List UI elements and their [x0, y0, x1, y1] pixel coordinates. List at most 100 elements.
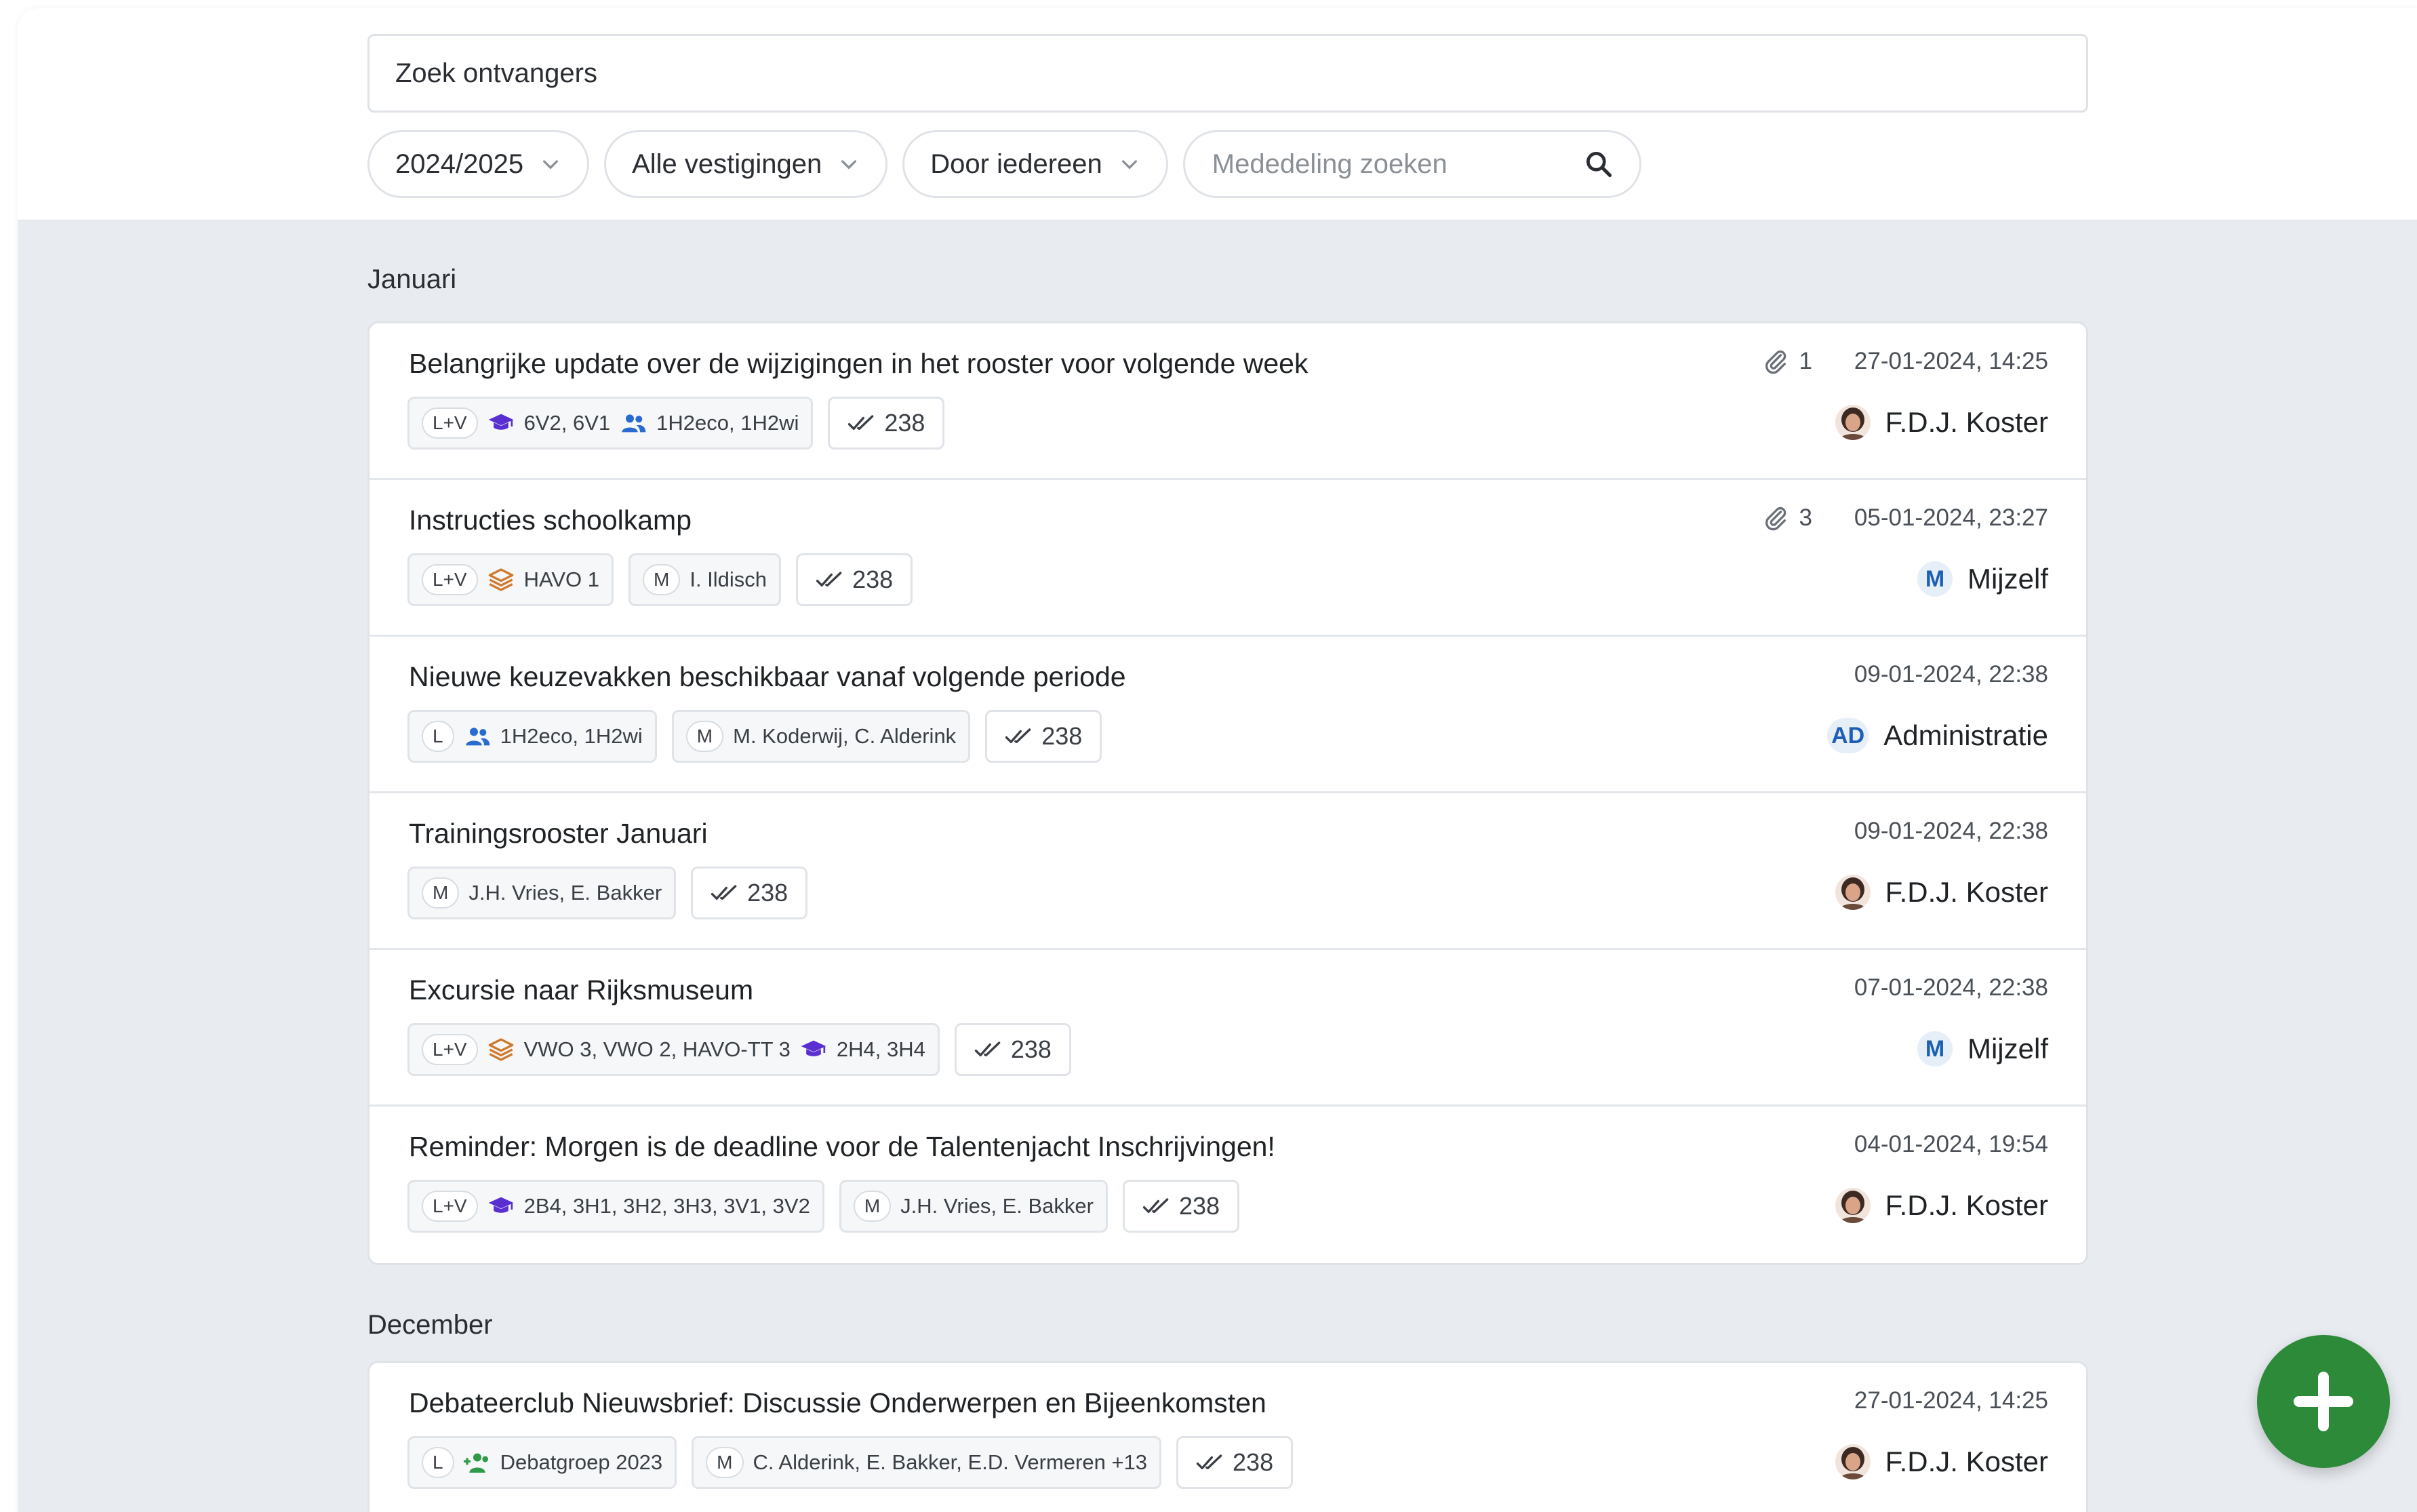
- author-name: Mijzelf: [1967, 563, 2048, 595]
- chevron-down-icon: [841, 160, 857, 169]
- announcement-meta: 09-01-2024, 22:38: [1854, 661, 2048, 688]
- author-select[interactable]: Door iedereen: [902, 130, 1168, 198]
- avatar: AD: [1827, 718, 1869, 753]
- location-select[interactable]: Alle vestigingen: [604, 130, 888, 198]
- avatar: M: [1917, 561, 1953, 597]
- recipient-tag[interactable]: L+V 6V2, 6V1 1H2eco, 1H2wi: [407, 397, 814, 450]
- tag-text: M. Koderwij, C. Alderink: [733, 724, 957, 748]
- announcement-author: F.D.J. Koster: [1835, 1444, 2048, 1479]
- announcement-row[interactable]: Instructies schoolkamp 3 05-01-2024, 23:…: [369, 480, 2086, 637]
- avatar: [1835, 405, 1871, 440]
- audience-code-badge: L: [422, 1447, 454, 1478]
- tag-text: C. Alderink, E. Bakker, E.D. Vermeren +1…: [753, 1450, 1148, 1474]
- user-photo-icon: [1835, 1188, 1871, 1223]
- announcement-row[interactable]: Belangrijke update over de wijzigingen i…: [369, 323, 2086, 480]
- recipient-tag[interactable]: L+V HAVO 1: [407, 553, 614, 606]
- recipient-tag[interactable]: L Debatgroep 2023: [407, 1436, 677, 1489]
- read-count-badge[interactable]: 238: [828, 397, 945, 450]
- recipient-tags: L+V 6V2, 6V1 1H2eco, 1H2wi 238: [407, 397, 945, 450]
- author-name: F.D.J. Koster: [1885, 876, 2048, 908]
- read-count: 238: [1041, 722, 1083, 750]
- read-count: 238: [747, 879, 788, 907]
- tag-text: 1H2eco, 1H2wi: [656, 411, 799, 435]
- announcement-meta: 09-01-2024, 22:38: [1854, 818, 2048, 845]
- add-announcement-button[interactable]: [2257, 1335, 2390, 1468]
- recipient-tags: L 1H2eco, 1H2wi M M. Koderwij, C. Alderi…: [407, 710, 1102, 763]
- announcement-date: 27-01-2024, 14:25: [1854, 348, 2048, 374]
- read-count: 238: [1178, 1192, 1220, 1220]
- double-check-icon: [974, 1041, 1001, 1056]
- recipients-placeholder: Zoek ontvangers: [395, 58, 597, 88]
- read-count-badge[interactable]: 238: [954, 1023, 1071, 1076]
- read-count-badge[interactable]: 238: [796, 553, 913, 606]
- audience-code-badge: L+V: [422, 1034, 478, 1065]
- year-select-value: 2024/2025: [395, 148, 524, 179]
- announcement-author: M Mijzelf: [1917, 1031, 2048, 1067]
- attachment-count-value: 1: [1799, 348, 1812, 374]
- announcement-title[interactable]: Trainingsrooster Januari: [409, 818, 708, 850]
- chevron-down-icon: [1121, 160, 1137, 169]
- author-name: F.D.J. Koster: [1885, 406, 2048, 438]
- announcement-row[interactable]: Nieuwe keuzevakken beschikbaar vanaf vol…: [369, 637, 2086, 793]
- announcement-row[interactable]: Reminder: Morgen is de deadline voor de …: [369, 1107, 2086, 1263]
- announcement-row[interactable]: Excursie naar Rijksmuseum 07-01-2024, 22…: [369, 950, 2086, 1107]
- recipient-tag[interactable]: L+V 2B4, 3H1, 3H2, 3H3, 3V1, 3V2: [407, 1180, 824, 1233]
- read-count: 238: [884, 409, 925, 437]
- tag-text: J.H. Vries, E. Bakker: [468, 881, 662, 904]
- announcement-title[interactable]: Excursie naar Rijksmuseum: [409, 974, 753, 1006]
- audience-code-badge: L+V: [422, 1191, 478, 1222]
- announcement-title[interactable]: Reminder: Morgen is de deadline voor de …: [409, 1131, 1275, 1163]
- recipient-tag[interactable]: M I. Ildisch: [628, 553, 782, 606]
- tag-text: HAVO 1: [523, 568, 600, 591]
- announcement-meta: 04-01-2024, 19:54: [1854, 1131, 2048, 1158]
- month-heading-januari: Januari: [367, 264, 457, 294]
- read-count-badge[interactable]: 238: [691, 867, 808, 919]
- announcement-meta: 07-01-2024, 22:38: [1854, 974, 2048, 1001]
- read-count-badge[interactable]: 238: [1176, 1436, 1294, 1489]
- announcement-author: F.D.J. Koster: [1835, 1188, 2048, 1223]
- recipient-tag[interactable]: L 1H2eco, 1H2wi: [407, 710, 657, 763]
- double-check-icon: [1005, 728, 1031, 743]
- announcement-title[interactable]: Instructies schoolkamp: [409, 504, 692, 536]
- chevron-down-icon: [543, 160, 559, 169]
- read-count-badge[interactable]: 238: [985, 710, 1102, 763]
- recipient-tag[interactable]: L+V VWO 3, VWO 2, HAVO-TT 3 2H4, 3H4: [407, 1023, 940, 1076]
- recipient-tag[interactable]: M C. Alderink, E. Bakker, E.D. Vermeren …: [692, 1436, 1162, 1489]
- announcement-title[interactable]: Debateerclub Nieuwsbrief: Discussie Onde…: [409, 1387, 1266, 1419]
- announcement-row[interactable]: Trainingsrooster Januari 09-01-2024, 22:…: [369, 793, 2086, 950]
- audience-code-badge: L+V: [422, 407, 478, 439]
- tag-text: Debatgroep 2023: [500, 1450, 663, 1474]
- layers-icon: [488, 1038, 513, 1061]
- recipient-tags: L+V VWO 3, VWO 2, HAVO-TT 3 2H4, 3H4 238: [407, 1023, 1071, 1076]
- tag-text: 6V2, 6V1: [523, 411, 611, 435]
- recipient-tag[interactable]: M J.H. Vries, E. Bakker: [407, 867, 677, 919]
- recipient-tags: L+V HAVO 1 M I. Ildisch 238: [407, 553, 913, 606]
- announcement-author: F.D.J. Koster: [1835, 875, 2048, 910]
- audience-code-badge: M: [643, 564, 681, 595]
- read-count: 238: [852, 565, 894, 593]
- message-search-field[interactable]: [1182, 130, 1641, 198]
- announcement-author: M Mijzelf: [1917, 561, 2048, 597]
- audience-code-badge: M: [685, 721, 724, 752]
- audience-code-badge: L: [422, 721, 454, 752]
- author-name: F.D.J. Koster: [1885, 1446, 2048, 1477]
- announcement-title[interactable]: Belangrijke update over de wijzigingen i…: [409, 348, 1308, 380]
- read-count-badge[interactable]: 238: [1122, 1180, 1240, 1233]
- recipient-tag[interactable]: M M. Koderwij, C. Alderink: [671, 710, 971, 763]
- recipients-search-field[interactable]: Zoek ontvangers: [367, 34, 2088, 113]
- graduation-cap-icon: [488, 1197, 513, 1213]
- announcement-row[interactable]: Debateerclub Nieuwsbrief: Discussie Onde…: [369, 1363, 2086, 1512]
- search-icon[interactable]: [1584, 149, 1614, 179]
- tag-text: VWO 3, VWO 2, HAVO-TT 3: [523, 1037, 791, 1061]
- graduation-cap-icon: [801, 1040, 826, 1056]
- year-select[interactable]: 2024/2025: [367, 130, 590, 198]
- tag-text: 1H2eco, 1H2wi: [500, 724, 643, 748]
- audience-code-badge: M: [706, 1447, 744, 1478]
- announcement-title[interactable]: Nieuwe keuzevakken beschikbaar vanaf vol…: [409, 661, 1126, 693]
- announcement-date: 09-01-2024, 22:38: [1854, 661, 2048, 688]
- plus-icon: [2294, 1372, 2353, 1431]
- avatar: [1835, 1188, 1871, 1223]
- message-search-input[interactable]: [1210, 148, 1566, 180]
- recipient-tag[interactable]: M J.H. Vries, E. Bakker: [839, 1180, 1108, 1233]
- people-icon: [622, 414, 646, 433]
